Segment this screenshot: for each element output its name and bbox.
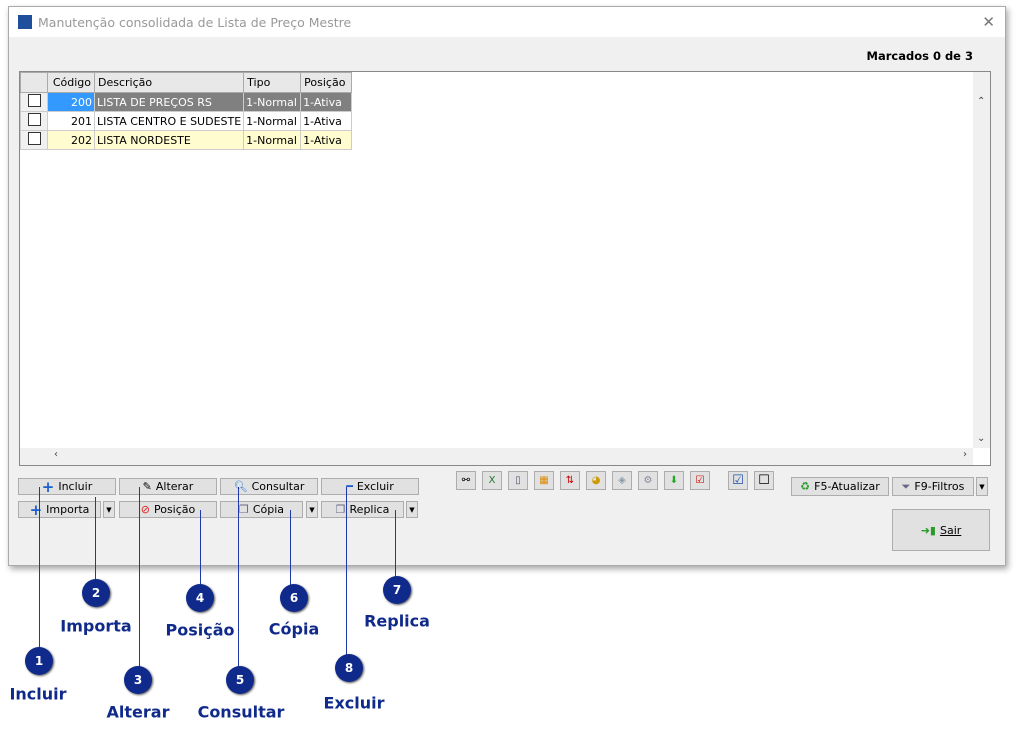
row-checkbox[interactable]	[27, 132, 41, 145]
col-descricao[interactable]: Descrição	[93, 72, 245, 93]
binoculars-icon[interactable]: ⚯	[456, 471, 476, 490]
importa-dropdown[interactable]: ▼	[103, 501, 115, 518]
copia-dropdown[interactable]: ▼	[306, 501, 318, 518]
consultar-label: Consultar	[251, 480, 305, 493]
col-tipo[interactable]: Tipo	[243, 72, 302, 93]
posicao-button[interactable]: ⊘ Posição	[119, 501, 217, 518]
cell-descricao: LISTA CENTRO E SUDESTE	[93, 111, 245, 131]
minus-icon: ━	[346, 480, 353, 493]
window-title: Manutenção consolidada de Lista de Preço…	[38, 14, 352, 30]
document-icon[interactable]: ▯	[508, 471, 528, 490]
edit-icon: ✎	[142, 480, 152, 493]
vertical-scrollbar[interactable]: ⌃ ⌄	[973, 72, 990, 448]
cell-tipo: 1-Normal	[243, 111, 302, 131]
table-row[interactable]: 202 LISTA NORDESTE 1-Normal 1-Ativa	[20, 130, 353, 150]
col-posicao[interactable]: Posição	[300, 72, 353, 93]
atualizar-label: F5-Atualizar	[814, 480, 880, 493]
table-row[interactable]: 201 LISTA CENTRO E SUDESTE 1-Normal 1-Ativa	[20, 111, 353, 131]
annotation-badge: 6	[280, 584, 308, 612]
search-icon: 🔍︎	[233, 480, 248, 493]
checklist-icon[interactable]: ☑	[690, 471, 710, 490]
uncheck-all-button[interactable]: ☐	[754, 471, 774, 490]
sort-icon[interactable]: ⇅	[560, 471, 580, 490]
eraser-icon[interactable]: ◈	[612, 471, 632, 490]
app-icon	[18, 15, 32, 29]
copy-icon: ❐	[238, 503, 249, 516]
cell-posicao: 1-Ativa	[300, 111, 353, 131]
calendar-icon[interactable]: ▦	[534, 471, 554, 490]
plus-icon: +	[41, 477, 55, 496]
annotation-label: Incluir	[9, 684, 67, 704]
annotation-badge: 3	[124, 666, 152, 694]
cell-descricao: LISTA NORDESTE	[93, 130, 245, 150]
cell-codigo: 201	[47, 111, 95, 131]
cell-posicao: 1-Ativa	[300, 92, 353, 112]
annotation-badge: 2	[82, 579, 110, 607]
annotation-label: Cópia	[268, 619, 320, 639]
copy-icon: ❐	[335, 503, 346, 516]
annotation-label: Consultar	[197, 702, 285, 722]
copia-label: Cópia	[252, 503, 285, 516]
download-icon[interactable]: ⬇	[664, 471, 684, 490]
alterar-button[interactable]: ✎ Alterar	[119, 478, 217, 495]
filter-icon: ⏷	[901, 479, 911, 493]
price-list-grid: Código Descrição Tipo Posição 200 LISTA DE P…	[19, 71, 991, 466]
annotation-badge: 5	[226, 666, 254, 694]
replica-label: Replica	[349, 503, 390, 516]
forbidden-icon: ⊘	[140, 503, 150, 516]
filtros-label: F9-Filtros	[914, 480, 965, 493]
excel-icon[interactable]: X	[482, 471, 502, 490]
annotation-badge: 8	[335, 654, 363, 682]
importa-label: Importa	[46, 503, 90, 516]
annotation-label: Excluir	[323, 693, 385, 713]
cell-posicao: 1-Ativa	[300, 130, 353, 150]
filtros-button[interactable]: ⏷ F9-Filtros	[892, 477, 974, 496]
cell-codigo: 200	[47, 92, 95, 112]
sair-label: Sair	[939, 523, 962, 537]
refresh-icon: ♻	[800, 480, 811, 493]
filtros-dropdown[interactable]: ▼	[976, 477, 988, 496]
table-row[interactable]: 200 LISTA DE PREÇOS RS 1-Normal 1-Ativa	[20, 92, 353, 112]
col-codigo[interactable]: Código	[47, 72, 95, 93]
importa-button[interactable]: + Importa	[18, 500, 101, 519]
plus-icon: +	[29, 500, 43, 519]
consultar-button[interactable]: 🔍︎ Consultar	[220, 478, 318, 495]
annotation-badge: 4	[186, 584, 214, 612]
annotation-badge: 7	[383, 576, 411, 604]
row-checkbox[interactable]	[27, 113, 41, 126]
check-all-button[interactable]: ☑	[728, 471, 748, 490]
annotation-label: Posição	[165, 620, 235, 640]
cell-codigo: 202	[47, 130, 95, 150]
cell-tipo: 1-Normal	[243, 130, 302, 150]
replica-button[interactable]: ❐ Replica	[321, 501, 404, 518]
annotation-label: Alterar	[106, 702, 170, 722]
atualizar-button[interactable]: ♻ F5-Atualizar	[791, 477, 889, 496]
replica-dropdown[interactable]: ▼	[406, 501, 418, 518]
marked-count: Marcados 0 de 3	[866, 49, 973, 63]
exit-door-icon: ➜▮	[920, 523, 936, 537]
row-checkbox[interactable]	[27, 94, 41, 107]
cell-descricao: LISTA DE PREÇOS RS	[93, 92, 245, 112]
sair-button[interactable]: ➜▮ Sair	[892, 509, 990, 551]
annotation-label: Importa	[60, 616, 132, 636]
excluir-button[interactable]: ━ Excluir	[321, 478, 419, 495]
incluir-label: Incluir	[58, 480, 93, 493]
col-check[interactable]	[20, 72, 48, 93]
horizontal-scrollbar[interactable]: ‹ ›	[20, 448, 973, 465]
cell-tipo: 1-Normal	[243, 92, 302, 112]
gear-icon[interactable]: ⚙	[638, 471, 658, 490]
posicao-label: Posição	[153, 503, 196, 516]
excluir-label: Excluir	[356, 480, 394, 493]
palette-icon[interactable]: ◕	[586, 471, 606, 490]
incluir-button[interactable]: + Incluir	[18, 477, 116, 496]
title-bar: Manutenção consolidada de Lista de Preço…	[9, 7, 1005, 37]
annotation-badge: 1	[25, 647, 53, 675]
close-button[interactable]: ✕	[982, 13, 995, 31]
annotation-label: Replica	[364, 611, 430, 631]
alterar-label: Alterar	[155, 480, 194, 493]
